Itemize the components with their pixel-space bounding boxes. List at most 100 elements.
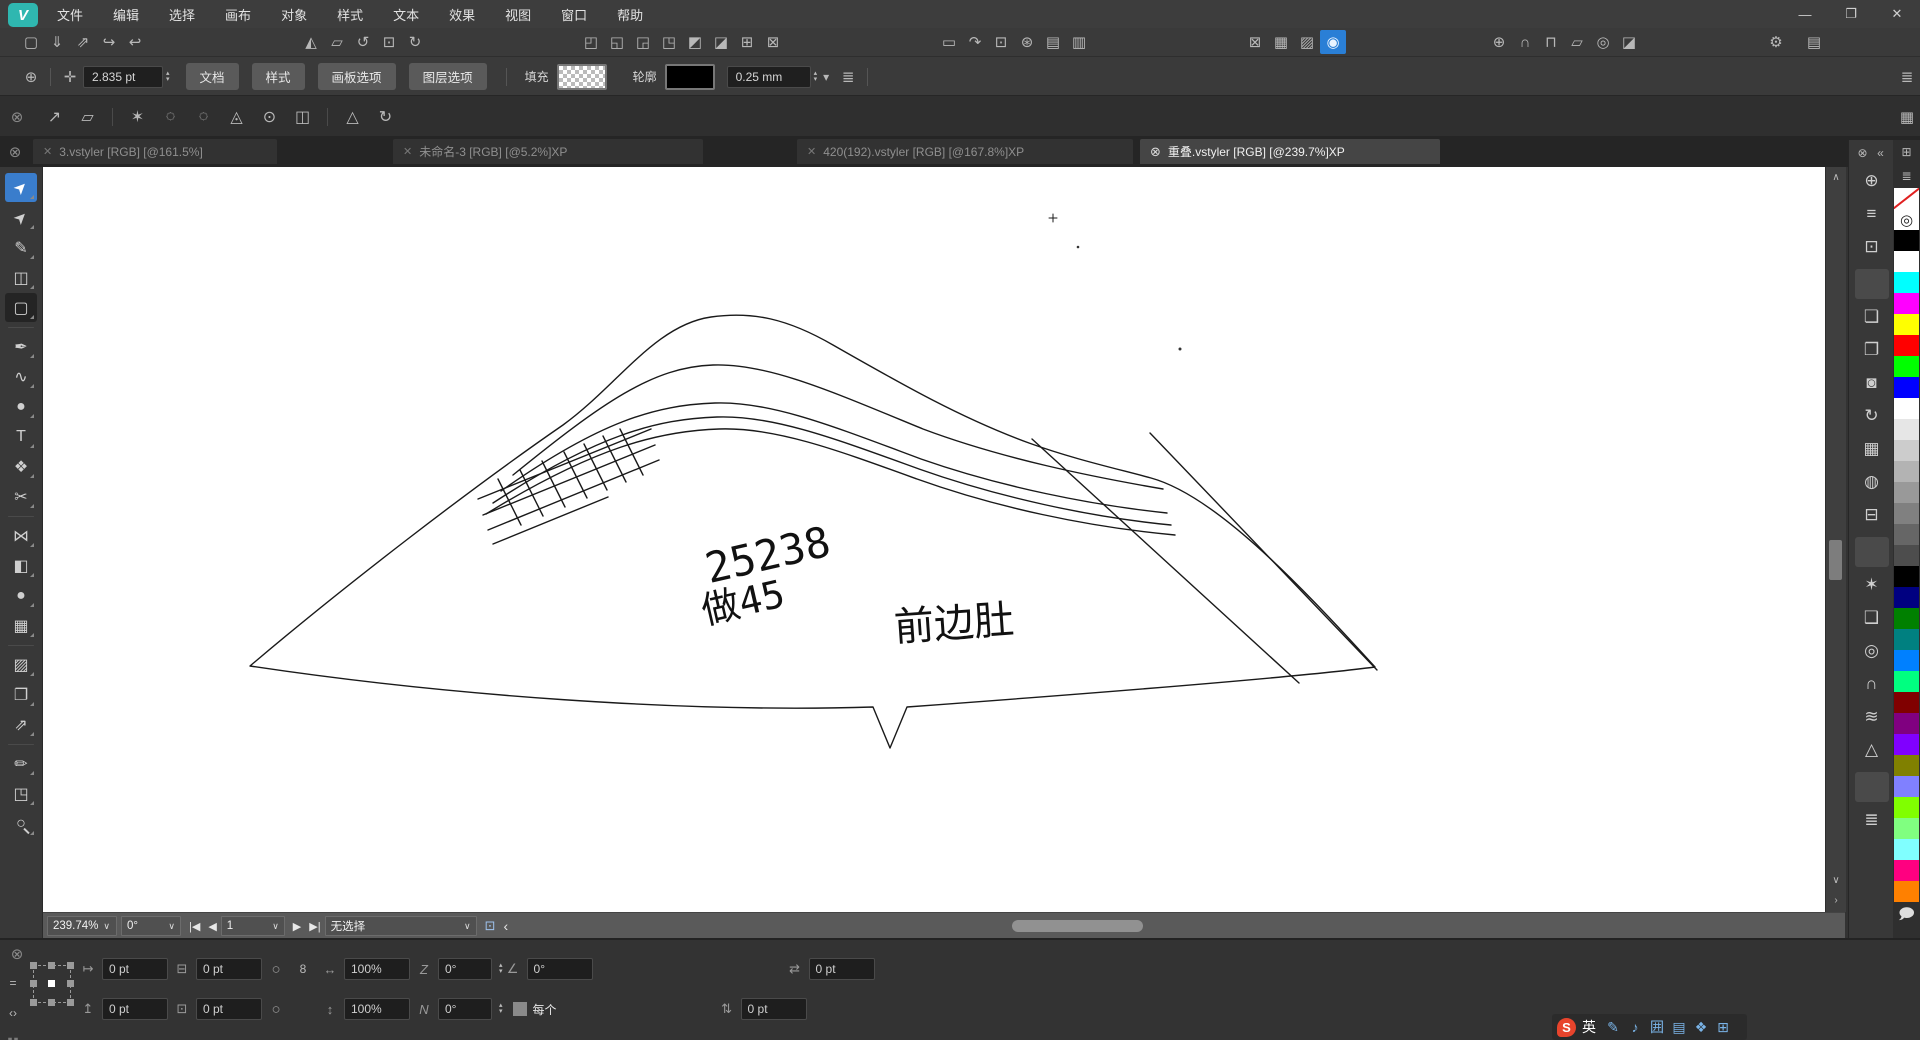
link-dimensions-icon[interactable]: 8 bbox=[286, 962, 320, 976]
no-fill-icon[interactable]: ⊠ bbox=[1242, 30, 1268, 54]
select-object-icon[interactable]: ⊡ bbox=[1855, 232, 1889, 262]
stack-bottom-icon[interactable]: ▥ bbox=[1066, 30, 1092, 54]
swatch[interactable] bbox=[1894, 377, 1919, 398]
hatch-fill-icon[interactable]: ▨ bbox=[1294, 30, 1320, 54]
tabbar-close-icon[interactable]: ⊗ bbox=[2, 140, 28, 164]
comment-bubble-icon[interactable]: 🗩 bbox=[1894, 904, 1920, 928]
artboard-tool[interactable]: ◫ bbox=[5, 263, 37, 292]
height-field[interactable]: 0 pt bbox=[196, 998, 262, 1020]
bounding-box-icon[interactable]: ▭ bbox=[936, 30, 962, 54]
prev-page-icon[interactable]: ◀ bbox=[208, 920, 216, 933]
swatch-list-view-icon[interactable]: ≣ bbox=[1898, 164, 1916, 188]
scale-x-field[interactable]: 100% bbox=[344, 958, 410, 980]
free-scale-icon[interactable]: ↗ bbox=[38, 105, 71, 129]
export-icon[interactable]: ⇗ bbox=[70, 30, 96, 54]
print-icon[interactable]: ▤ bbox=[1795, 30, 1833, 54]
record-icon[interactable]: ◙ bbox=[1855, 368, 1889, 398]
minus-front-icon[interactable]: ◱ bbox=[604, 30, 630, 54]
swatch[interactable] bbox=[1894, 272, 1919, 293]
repeat-icon[interactable]: ↻ bbox=[1855, 401, 1889, 431]
menu-text[interactable]: 文本 bbox=[378, 0, 434, 28]
blob-tool[interactable]: ● bbox=[5, 581, 37, 610]
shear-y-stepper[interactable]: ▴▾ bbox=[499, 1003, 503, 1015]
swatch[interactable] bbox=[1894, 776, 1919, 797]
outline-width-dropdown-icon[interactable]: ▾ bbox=[817, 65, 835, 89]
scroll-up-icon[interactable]: ∧ bbox=[1826, 169, 1846, 185]
restore-button[interactable]: ❐ bbox=[1828, 0, 1874, 28]
shear-icon[interactable]: ▱ bbox=[324, 30, 350, 54]
panel-close-icon[interactable]: ⊗ bbox=[4, 942, 30, 966]
rotate-view-icon[interactable]: ↻ bbox=[369, 105, 402, 129]
ime-handwriting-icon[interactable]: 囲 bbox=[1646, 1016, 1668, 1038]
ime-keyboard-icon[interactable]: ▤ bbox=[1668, 1016, 1690, 1038]
curvature-tool[interactable]: ∿ bbox=[5, 362, 37, 391]
close-options-icon[interactable]: ⊗ bbox=[4, 105, 30, 129]
warp-grid-tool[interactable]: ▦ bbox=[5, 611, 37, 640]
knife-tool[interactable]: ✎ bbox=[5, 233, 37, 262]
intersect-icon[interactable]: ◲ bbox=[630, 30, 656, 54]
scale-area-icon[interactable]: ⊡ bbox=[988, 30, 1014, 54]
snap-options-icon[interactable]: ⊕ bbox=[1486, 30, 1512, 54]
stroke-options-icon[interactable]: ≣ bbox=[835, 65, 861, 89]
last-page-icon[interactable]: ▶| bbox=[309, 920, 320, 933]
each-swatch[interactable] bbox=[513, 1002, 527, 1016]
rotate-left-icon[interactable]: ↺ bbox=[350, 30, 376, 54]
swatch[interactable] bbox=[1894, 293, 1919, 314]
vertical-scroll-thumb[interactable] bbox=[1829, 540, 1842, 580]
outline-swatch[interactable] bbox=[665, 64, 715, 90]
merge-icon[interactable]: ◩ bbox=[682, 30, 708, 54]
pages-icon[interactable]: ❑ bbox=[1855, 603, 1889, 633]
opts-grid-icon[interactable]: ▦ bbox=[1894, 105, 1920, 129]
swatch[interactable] bbox=[1894, 797, 1919, 818]
width-field[interactable]: 0 pt bbox=[196, 958, 262, 980]
unite-icon[interactable]: ◰ bbox=[578, 30, 604, 54]
shape-group-icon[interactable]: △ bbox=[336, 105, 369, 129]
menu-help[interactable]: 帮助 bbox=[602, 0, 658, 28]
swatch[interactable] bbox=[1894, 440, 1919, 461]
tab-untitled-3[interactable]: ✕ 未命名-3 [RGB] [@5.2%]XP bbox=[393, 139, 703, 164]
swatch-grid-view-icon[interactable]: ⊞ bbox=[1898, 140, 1916, 164]
revert-icon[interactable]: ↩ bbox=[122, 30, 148, 54]
lasso-icon[interactable]: ◌ bbox=[154, 105, 187, 129]
tab-close-icon[interactable]: ✕ bbox=[43, 145, 52, 158]
swatch[interactable] bbox=[1894, 629, 1919, 650]
paint-drip-icon[interactable]: ≋ bbox=[1855, 702, 1889, 732]
snap-settings-icon[interactable]: ⊕ bbox=[1855, 166, 1889, 196]
symbol-copies-tool[interactable]: ❐ bbox=[5, 680, 37, 709]
ime-toolbox-icon[interactable]: ⊞ bbox=[1712, 1016, 1734, 1038]
ime-skin-icon[interactable]: ❖ bbox=[1690, 1016, 1712, 1038]
perspective-icon[interactable]: ▱ bbox=[1564, 30, 1590, 54]
swatch[interactable] bbox=[1894, 755, 1919, 776]
panel-code-icon[interactable]: ‹› bbox=[9, 1006, 17, 1020]
angle-field[interactable]: 0° bbox=[527, 958, 593, 980]
swatch-none[interactable] bbox=[1894, 188, 1919, 209]
spiral-icon[interactable]: ◎ bbox=[1855, 636, 1889, 666]
wand-icon[interactable]: ✶ bbox=[1855, 570, 1889, 600]
selection-status-select[interactable]: 无选择∨ bbox=[325, 916, 477, 936]
gradient-tool[interactable]: ▨ bbox=[5, 650, 37, 679]
panel-eq-icon[interactable]: = bbox=[9, 976, 16, 990]
artboard-gear-icon[interactable]: ⊕ bbox=[18, 65, 44, 89]
swatch[interactable] bbox=[1894, 713, 1919, 734]
scroll-down-icon[interactable]: ∨ bbox=[1826, 872, 1846, 888]
swatch[interactable] bbox=[1894, 545, 1919, 566]
swatch[interactable] bbox=[1894, 482, 1919, 503]
tab-close-icon[interactable]: ✕ bbox=[807, 145, 816, 158]
box-3d-icon[interactable]: ◫ bbox=[286, 105, 319, 129]
swatch[interactable] bbox=[1894, 839, 1919, 860]
magic-wand-icon[interactable]: ✶ bbox=[121, 105, 154, 129]
swatch[interactable] bbox=[1894, 587, 1919, 608]
props-list-icon[interactable]: ≣ bbox=[1894, 65, 1920, 89]
rotate-right-icon[interactable]: ↻ bbox=[402, 30, 428, 54]
shape-builder-icon[interactable]: ⊙ bbox=[253, 105, 286, 129]
x-position-field[interactable]: 0 pt bbox=[102, 958, 168, 980]
close-button[interactable]: ✕ bbox=[1874, 0, 1920, 28]
mesh-warp-tool[interactable]: ⋈ bbox=[5, 521, 37, 550]
swatch[interactable] bbox=[1894, 461, 1919, 482]
sphere-icon[interactable]: ◍ bbox=[1855, 467, 1889, 497]
snap-magnet-icon[interactable]: ∩ bbox=[1512, 30, 1538, 54]
shape-edit-icon[interactable]: ◪ bbox=[1616, 30, 1642, 54]
piece-name-text[interactable]: 前边肚 bbox=[893, 598, 1016, 650]
gradient-line-tool[interactable]: ◧ bbox=[5, 551, 37, 580]
horizontal-scroll-thumb[interactable] bbox=[1012, 920, 1143, 932]
